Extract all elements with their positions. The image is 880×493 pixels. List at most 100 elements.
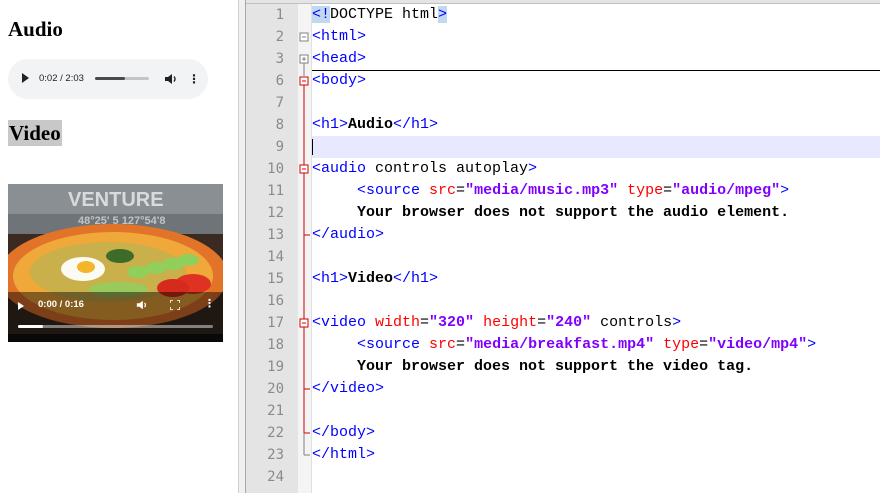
code-token: height: [474, 314, 538, 331]
video-progress-fill: [18, 325, 44, 328]
audio-player[interactable]: 0:02 / 2:03 ⋮: [8, 59, 208, 99]
video-frame: VENTURE 48°25' 5 127°54'8: [8, 184, 223, 342]
code-token: <!: [312, 6, 331, 23]
code-line[interactable]: <source src="media/breakfast.mp4" type="…: [312, 334, 880, 356]
code-token: "video/mp4": [708, 336, 808, 353]
code-token: >: [807, 336, 817, 353]
code-token: >: [528, 160, 538, 177]
code-token: Your browser does not support the audio …: [312, 204, 790, 221]
pane-splitter[interactable]: [238, 0, 246, 493]
code-line[interactable]: [312, 290, 880, 312]
code-line[interactable]: <source src="media/music.mp3" type="audi…: [312, 180, 880, 202]
code-token: Audio: [348, 116, 394, 133]
code-token: =: [456, 336, 466, 353]
code-line[interactable]: <h1>Audio</h1>: [312, 114, 880, 136]
code-token: <source: [312, 182, 430, 199]
code-token: >: [438, 6, 448, 23]
code-token: <source: [312, 336, 430, 353]
audio-progress-bar[interactable]: [95, 77, 149, 80]
line-number: 19: [267, 359, 284, 375]
code-token: >: [672, 314, 682, 331]
code-token: "320": [429, 314, 475, 331]
line-number: 20: [267, 381, 284, 397]
code-line[interactable]: Your browser does not support the video …: [312, 356, 880, 378]
line-number: 17: [267, 315, 284, 331]
line-number: 6: [275, 73, 284, 89]
code-token: "240": [546, 314, 592, 331]
code-line[interactable]: [312, 400, 880, 422]
volume-icon[interactable]: [136, 299, 148, 311]
code-token: =: [699, 336, 709, 353]
line-number: 14: [267, 249, 284, 265]
line-number: 2: [275, 29, 284, 45]
code-token: controls: [591, 314, 673, 331]
code-line[interactable]: [312, 246, 880, 268]
code-token: <h1>: [312, 270, 349, 287]
code-line[interactable]: [312, 136, 880, 158]
code-line[interactable]: </body>: [312, 422, 880, 444]
code-token: </video>: [312, 380, 385, 397]
line-number-gutter: 1 2 3 6 7 8 9 10 11 12 13 14 15 16 17 18 19 20 21 22 23 24: [246, 4, 298, 493]
code-line[interactable]: <h1>Video</h1>: [312, 268, 880, 290]
text-caret: [312, 139, 313, 155]
code-token: </audio>: [312, 226, 385, 243]
code-line[interactable]: <head>: [312, 48, 880, 70]
svg-text:VENTURE: VENTURE: [68, 189, 164, 211]
code-line[interactable]: <!DOCTYPE html>: [312, 4, 880, 26]
code-line[interactable]: <body>: [312, 70, 880, 92]
audio-time: 0:02 / 2:03: [39, 73, 84, 84]
code-token: <audio: [312, 160, 376, 177]
code-token: src: [429, 182, 457, 199]
code-line[interactable]: [312, 92, 880, 114]
line-number: 16: [267, 293, 284, 309]
line-number: 1: [275, 7, 284, 23]
code-line[interactable]: <html>: [312, 26, 880, 48]
code-token: "media/breakfast.mp4": [465, 336, 655, 353]
code-token: =: [537, 314, 547, 331]
code-line[interactable]: Your browser does not support the audio …: [312, 202, 880, 224]
code-token: type: [654, 336, 700, 353]
code-token: "audio/mpeg": [672, 182, 781, 199]
code-line[interactable]: </audio>: [312, 224, 880, 246]
code-token: </html>: [312, 446, 376, 463]
code-line[interactable]: <video width="320" height="240" controls…: [312, 312, 880, 334]
code-editor[interactable]: 1 2 3 6 7 8 9 10 11 12 13 14 15 16 17 18 19 20 21 22 23 24 <!…: [246, 0, 880, 493]
code-token: </h1>: [393, 116, 439, 133]
fullscreen-icon[interactable]: [170, 300, 180, 310]
more-vert-icon[interactable]: ⋮: [188, 71, 200, 87]
line-number: 9: [275, 139, 284, 155]
code-token: =: [663, 182, 673, 199]
play-icon[interactable]: [22, 73, 29, 83]
code-token: controls autoplay: [375, 160, 529, 177]
line-number: 3: [275, 51, 284, 67]
code-token: =: [456, 182, 466, 199]
video-time: 0:00 / 0:16: [38, 299, 84, 310]
play-icon[interactable]: [18, 302, 24, 310]
code-token: Your browser does not support the video …: [312, 358, 754, 375]
video-player[interactable]: VENTURE 48°25' 5 127°54'8 0:00 / 0:16 ⋮: [8, 184, 223, 342]
code-token: type: [618, 182, 664, 199]
code-token: width: [375, 314, 421, 331]
line-number: 23: [267, 447, 284, 463]
video-progress-bar[interactable]: [18, 325, 213, 328]
code-line[interactable]: <audio controls autoplay>: [312, 158, 880, 180]
audio-progress-fill: [95, 77, 125, 80]
code-token: src: [429, 336, 457, 353]
fold-markers: [299, 32, 310, 456]
code-line[interactable]: [312, 466, 880, 488]
line-number: 22: [267, 425, 284, 441]
line-number: 10: [267, 161, 284, 177]
code-token: <video: [312, 314, 376, 331]
code-token: </body>: [312, 424, 376, 441]
video-heading: Video: [8, 120, 62, 146]
line-number: 13: [267, 227, 284, 243]
code-line[interactable]: </html>: [312, 444, 880, 466]
code-line[interactable]: </video>: [312, 378, 880, 400]
line-number: 24: [267, 469, 284, 485]
line-number: 18: [267, 337, 284, 353]
code-token: DOCTYPE html: [330, 6, 439, 23]
more-vert-icon[interactable]: ⋮: [204, 297, 215, 311]
code-token: <h1>: [312, 116, 349, 133]
line-number: 8: [275, 117, 284, 133]
volume-icon[interactable]: [164, 72, 178, 86]
